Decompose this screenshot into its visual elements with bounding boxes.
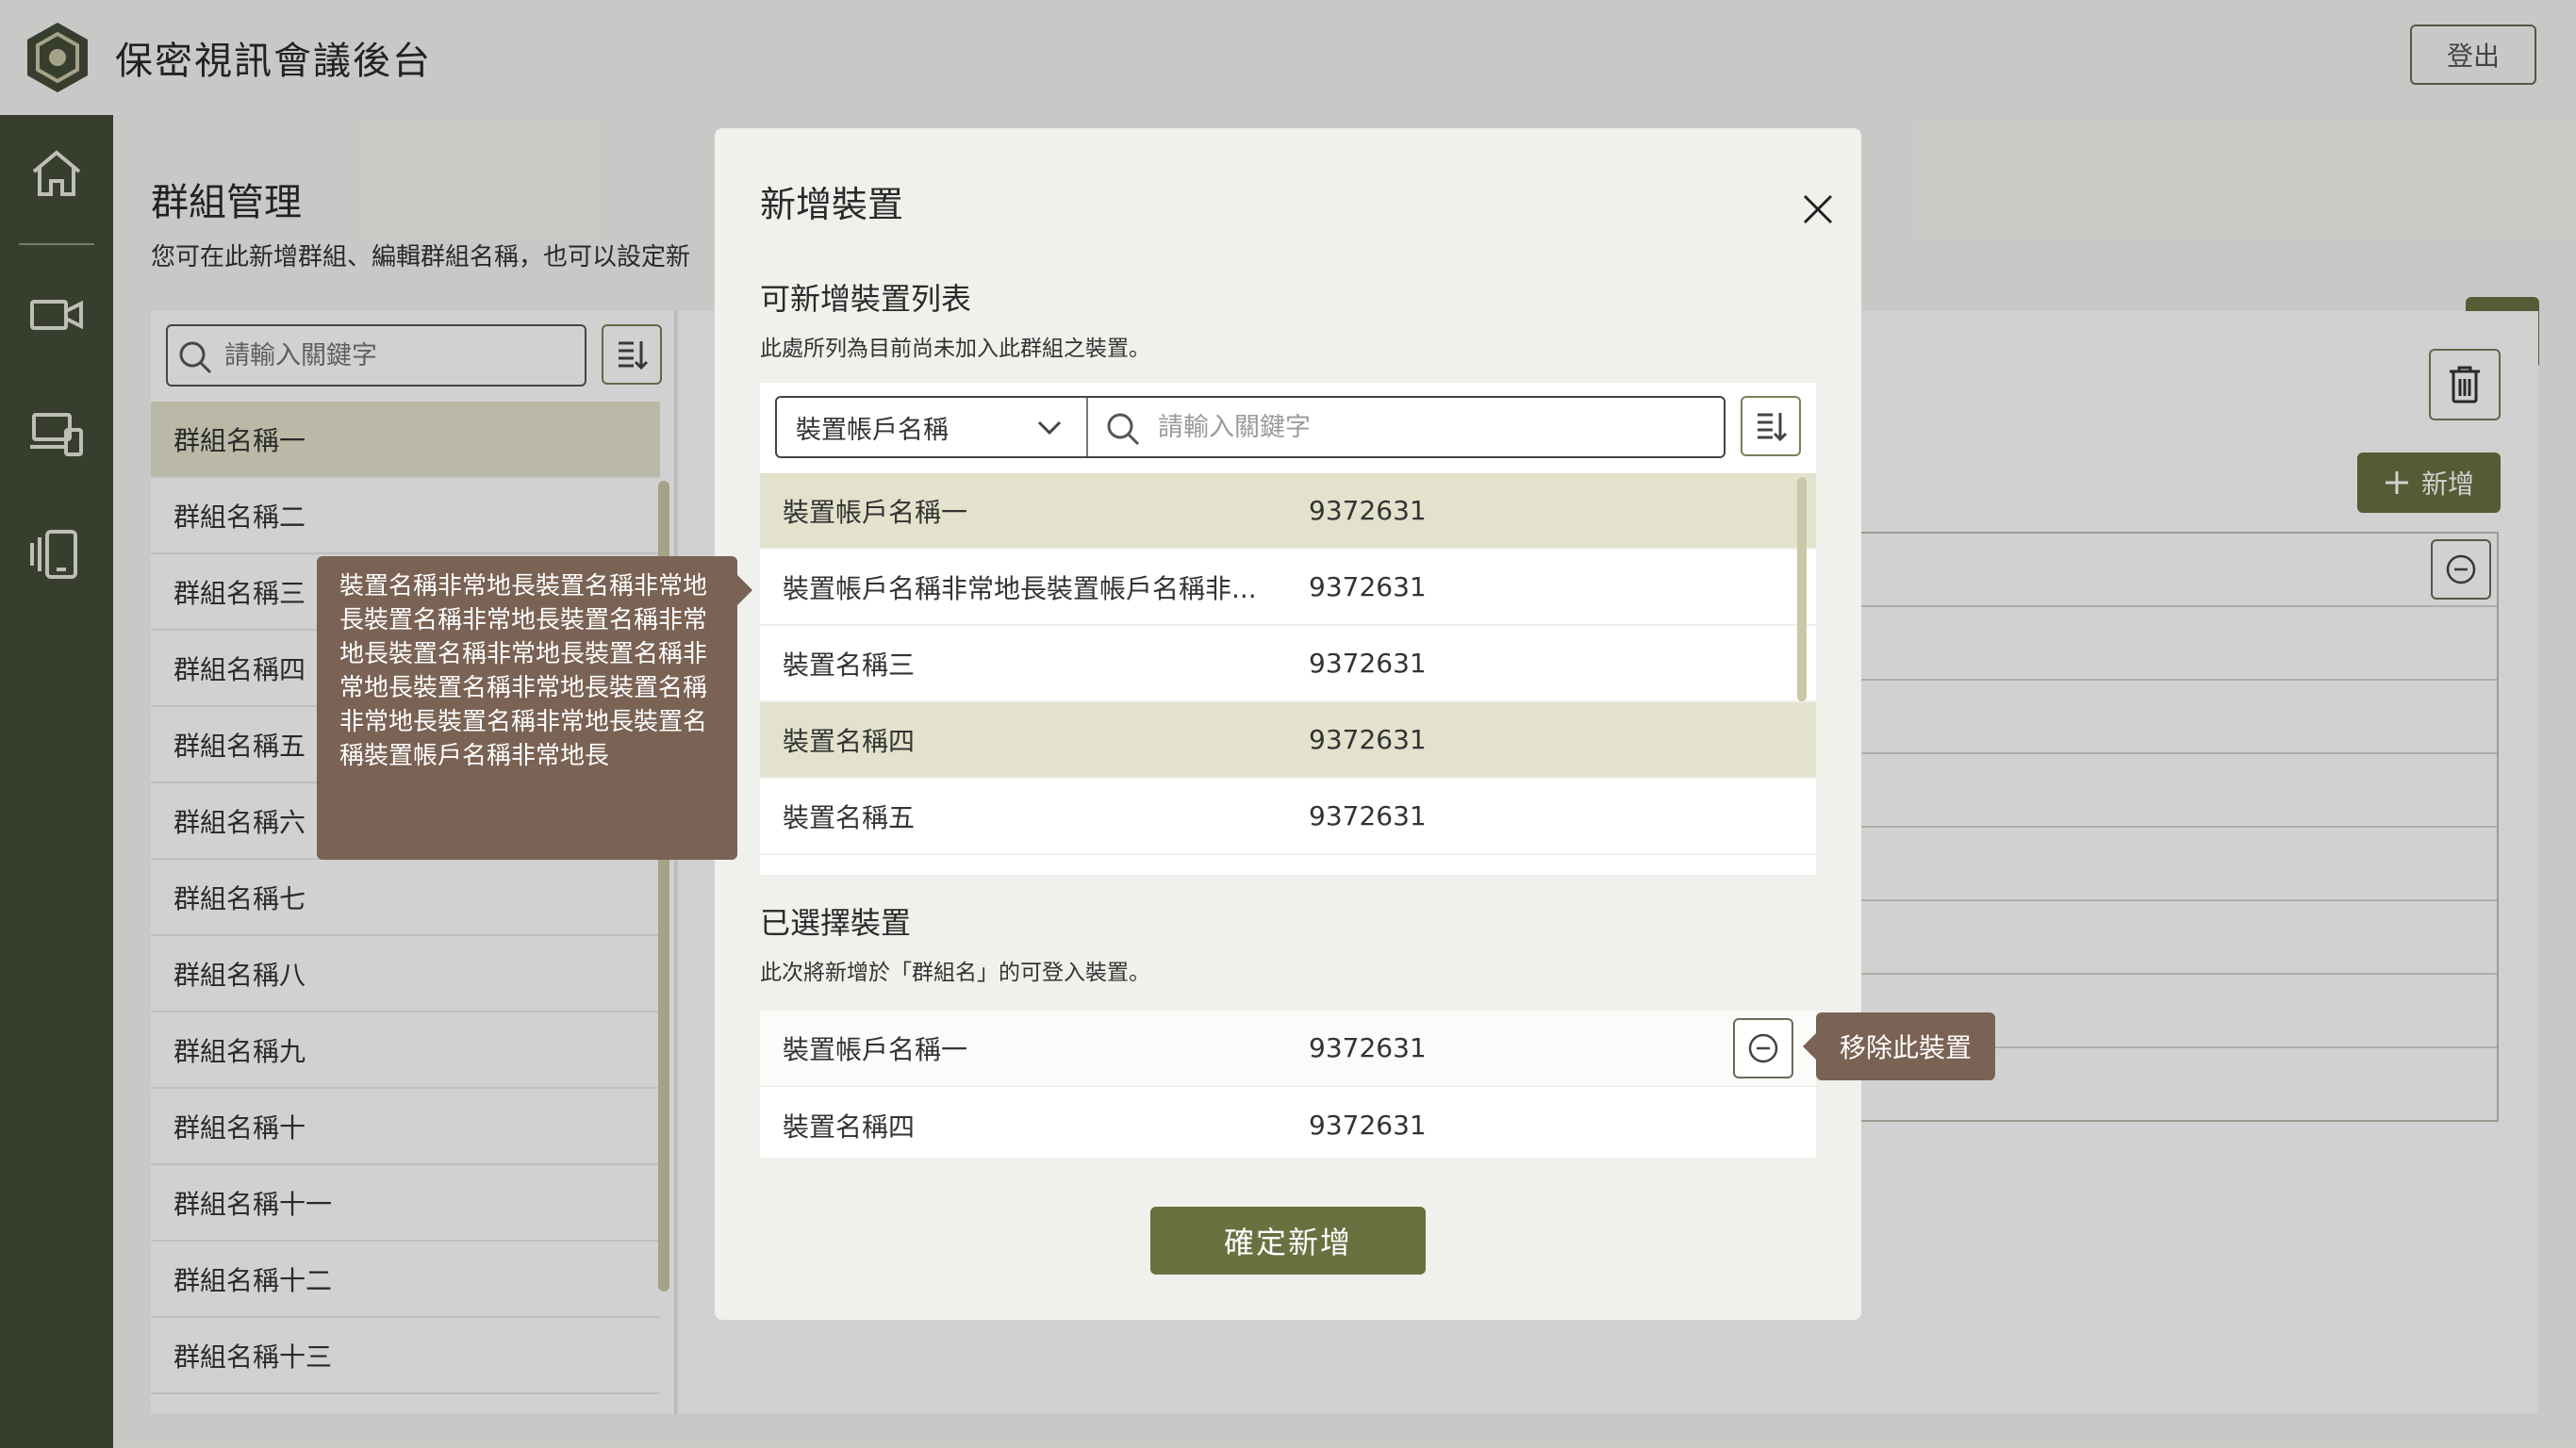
chevron-down-icon — [1037, 420, 1062, 436]
device-name: 裝置名稱三 — [783, 649, 916, 681]
device-filter-bar: 裝置帳戶名稱 — [775, 396, 1726, 458]
add-device-modal: 新增裝置 可新增裝置列表 此處所列為目前尚未加入此群組之裝置。 裝置帳戶名稱 裝… — [715, 128, 1861, 1320]
list-item[interactable]: 裝置名稱五 9372631 — [760, 779, 1816, 855]
selected-devices-title: 已選擇裝置 — [760, 905, 912, 941]
device-id: 9372631 — [1309, 571, 1427, 602]
device-name: 裝置名稱四 — [783, 1111, 916, 1143]
filter-field-value: 裝置帳戶名稱 — [796, 415, 949, 445]
list-item[interactable]: 裝置名稱三 9372631 — [760, 626, 1816, 702]
device-id: 9372631 — [1309, 1110, 1427, 1141]
remove-device-tooltip: 移除此裝置 — [1803, 1012, 1995, 1080]
list-item[interactable]: 裝置帳戶名稱一 9372631 — [760, 473, 1816, 550]
modal-title: 新增裝置 — [760, 184, 904, 225]
close-icon — [1803, 194, 1833, 224]
minus-circle-icon — [1748, 1033, 1778, 1063]
selected-devices-description: 此次將新增於「群組名」的可登入裝置。 — [760, 961, 1150, 985]
confirm-add-button[interactable]: 確定新增 — [1150, 1207, 1426, 1275]
search-icon — [1107, 413, 1140, 446]
device-search-input[interactable] — [1158, 398, 1714, 456]
device-id: 9372631 — [1309, 724, 1427, 755]
device-name-tooltip: 裝置名稱非常地長裝置名稱非常地長裝置名稱非常地長裝置名稱非常地長裝置名稱非常地長… — [317, 556, 752, 860]
device-sort-button[interactable] — [1741, 396, 1801, 456]
list-item: 裝置名稱四 9372631 — [760, 1087, 1816, 1163]
device-id: 9372631 — [1309, 1032, 1427, 1063]
selected-devices-panel: 裝置帳戶名稱一 9372631 裝置名稱四 9372631 — [760, 1011, 1816, 1158]
available-list-scrollbar[interactable] — [1797, 477, 1807, 701]
device-name: 裝置名稱五 — [783, 801, 916, 833]
list-item[interactable]: 裝置名稱四 9372631 — [760, 702, 1816, 779]
device-id: 9372631 — [1309, 800, 1427, 831]
available-devices-description: 此處所列為目前尚未加入此群組之裝置。 — [760, 337, 1150, 361]
close-button[interactable] — [1790, 181, 1846, 238]
device-name: 裝置名稱四 — [783, 725, 916, 757]
available-devices-title: 可新增裝置列表 — [760, 281, 972, 317]
device-id: 9372631 — [1309, 648, 1427, 679]
device-id: 9372631 — [1309, 495, 1427, 526]
available-device-list: 裝置帳戶名稱一 9372631 裝置帳戶名稱非常地長裝置帳戶名稱非... 937… — [760, 473, 1816, 869]
device-name: 裝置帳戶名稱一 — [783, 1033, 968, 1065]
list-item[interactable]: 裝置帳戶名稱非常地長裝置帳戶名稱非... 9372631 — [760, 550, 1816, 626]
remove-selected-device-button[interactable] — [1733, 1018, 1793, 1078]
device-name: 裝置帳戶名稱非常地長裝置帳戶名稱非... — [783, 572, 1257, 604]
sort-icon — [1758, 413, 1788, 442]
list-item: 裝置帳戶名稱一 9372631 — [760, 1011, 1816, 1087]
available-devices-panel: 裝置帳戶名稱 裝置帳戶名稱一 9372631 裝置帳戶名稱非常地長裝置帳戶名稱非… — [760, 383, 1816, 875]
device-name: 裝置帳戶名稱一 — [783, 496, 968, 528]
